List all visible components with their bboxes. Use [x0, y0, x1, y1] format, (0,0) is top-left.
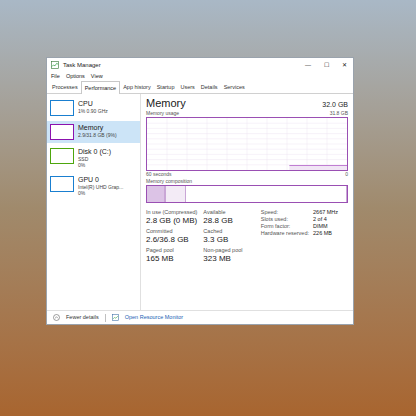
- usage-label: Memory usage: [146, 110, 179, 117]
- usage-area: [289, 166, 347, 171]
- stat-value: 2.8 GB (0 MB): [146, 216, 197, 226]
- stat: Available28.8 GB: [203, 209, 254, 226]
- footer-separator: [105, 314, 106, 322]
- composition-segment: [186, 186, 347, 202]
- sidebar-item[interactable]: CPU1% 0.90 GHz: [47, 97, 140, 119]
- stat-value: 2.6/36.8 GB: [146, 235, 197, 245]
- panel-total: 32.0 GB: [322, 100, 348, 111]
- tab[interactable]: Processes: [49, 81, 81, 93]
- tab[interactable]: App history: [120, 81, 154, 93]
- thumbnail-graph: [50, 124, 74, 140]
- time-label: 60 seconds: [146, 171, 172, 178]
- window-control-button[interactable]: ☐: [317, 58, 335, 72]
- sidebar-item-detail: 0%: [78, 190, 123, 196]
- spec-value: 2667 MHz: [313, 209, 338, 216]
- spec-label: Hardware reserved:: [261, 230, 309, 237]
- usage-line: [289, 165, 347, 166]
- spec-label: Speed:: [261, 209, 309, 216]
- sidebar-item[interactable]: Memory2.9/31.8 GB (9%): [47, 121, 140, 143]
- menu-item[interactable]: Options: [66, 72, 85, 80]
- task-manager-icon: [51, 61, 59, 69]
- sidebar-item-detail: 2.9/31.8 GB (9%): [78, 132, 117, 138]
- spec-label: Form factor:: [261, 223, 309, 230]
- menu-item[interactable]: View: [91, 72, 103, 80]
- min-label: 0: [345, 171, 348, 178]
- spec-value: 226 MB: [313, 230, 338, 237]
- sidebar-item-name: CPU: [78, 100, 108, 108]
- stat-value: 3.3 GB: [203, 235, 254, 245]
- memory-panel: Memory 32.0 GB Memory usage 31.8 GB 60 secon…: [141, 94, 353, 310]
- composition-segment: [147, 186, 165, 202]
- stat: Paged pool165 MB: [146, 247, 197, 264]
- thumbnail-graph: [50, 148, 74, 164]
- desktop: Task Manager—☐✕FileOptionsViewProcessesP…: [0, 0, 416, 416]
- stat-value: 323 MB: [203, 254, 254, 264]
- stat-label: Paged pool: [146, 247, 197, 254]
- resource-monitor-icon: [112, 314, 119, 321]
- stat: Non-paged pool323 MB: [203, 247, 254, 264]
- stat-label: Non-paged pool: [203, 247, 254, 254]
- tab[interactable]: Performance: [81, 81, 121, 94]
- stat-value: 28.8 GB: [203, 216, 254, 226]
- spec-value: 2 of 4: [313, 216, 338, 223]
- content: CPU1% 0.90 GHzMemory2.9/31.8 GB (9%)Disk…: [47, 94, 353, 310]
- sidebar-item-detail: 0%: [78, 162, 111, 168]
- composition-bar: [146, 185, 348, 203]
- spec-value: DIMM: [313, 223, 338, 230]
- menu-bar: File Options View: [47, 72, 353, 81]
- tab[interactable]: Startup: [154, 81, 178, 93]
- sidebar-item[interactable]: Disk 0 (C:)SSD0%: [47, 145, 140, 171]
- memory-usage-chart: [146, 117, 348, 171]
- composition-segment: [166, 186, 186, 202]
- chevron-up-icon: [53, 314, 60, 321]
- composition-label: Memory composition: [146, 178, 348, 185]
- usage-max: 31.8 GB: [330, 110, 348, 117]
- window-control-button[interactable]: ✕: [335, 58, 353, 72]
- stat-label: Committed: [146, 228, 197, 235]
- window-title: Task Manager: [63, 61, 299, 70]
- specs-list: Speed: 2667 MHz Slots used: 2 of 4 Form fact…: [261, 209, 338, 264]
- sidebar-item[interactable]: GPU 0Intel(R) UHD Grap...0%: [47, 173, 140, 199]
- tab-strip: ProcessesPerformanceApp historyStartupUs…: [47, 81, 353, 94]
- sidebar-item-name: GPU 0: [78, 176, 123, 184]
- sidebar-item-detail: SSD: [78, 156, 111, 162]
- stat: In use (Compressed)2.8 GB (0 MB): [146, 209, 197, 226]
- title-bar[interactable]: Task Manager—☐✕: [47, 58, 353, 72]
- window-control-button[interactable]: —: [299, 58, 317, 72]
- open-resource-monitor-link[interactable]: Open Resource Monitor: [125, 313, 183, 321]
- thumbnail-graph: [50, 176, 74, 192]
- spec-label: Slots used:: [261, 216, 309, 223]
- tab[interactable]: Services: [221, 81, 248, 93]
- sidebar-item-detail: Intel(R) UHD Grap...: [78, 184, 123, 190]
- stat: Cached3.3 GB: [203, 228, 254, 245]
- stats-grid: In use (Compressed)2.8 GB (0 MB) Availabl…: [146, 209, 255, 264]
- footer: Fewer details Open Resource Monitor: [47, 310, 353, 324]
- stat-label: Available: [203, 209, 254, 216]
- panel-title: Memory: [146, 97, 186, 110]
- menu-item[interactable]: File: [51, 72, 60, 80]
- stat-label: Cached: [203, 228, 254, 235]
- task-manager-window[interactable]: Task Manager—☐✕FileOptionsViewProcessesP…: [46, 57, 354, 325]
- stats-area: In use (Compressed)2.8 GB (0 MB) Availabl…: [146, 209, 348, 264]
- tab[interactable]: Details: [198, 81, 221, 93]
- stat: Committed2.6/36.8 GB: [146, 228, 197, 245]
- tab[interactable]: Users: [177, 81, 197, 93]
- sidebar-item-name: Memory: [78, 124, 117, 132]
- stat-label: In use (Compressed): [146, 209, 197, 216]
- sidebar-item-name: Disk 0 (C:): [78, 148, 111, 156]
- stat-value: 165 MB: [146, 254, 197, 264]
- fewer-details-link[interactable]: Fewer details: [66, 313, 99, 321]
- sidebar-item-detail: 1% 0.90 GHz: [78, 108, 108, 114]
- thumbnail-graph: [50, 100, 74, 116]
- sidebar: CPU1% 0.90 GHzMemory2.9/31.8 GB (9%)Disk…: [47, 94, 141, 310]
